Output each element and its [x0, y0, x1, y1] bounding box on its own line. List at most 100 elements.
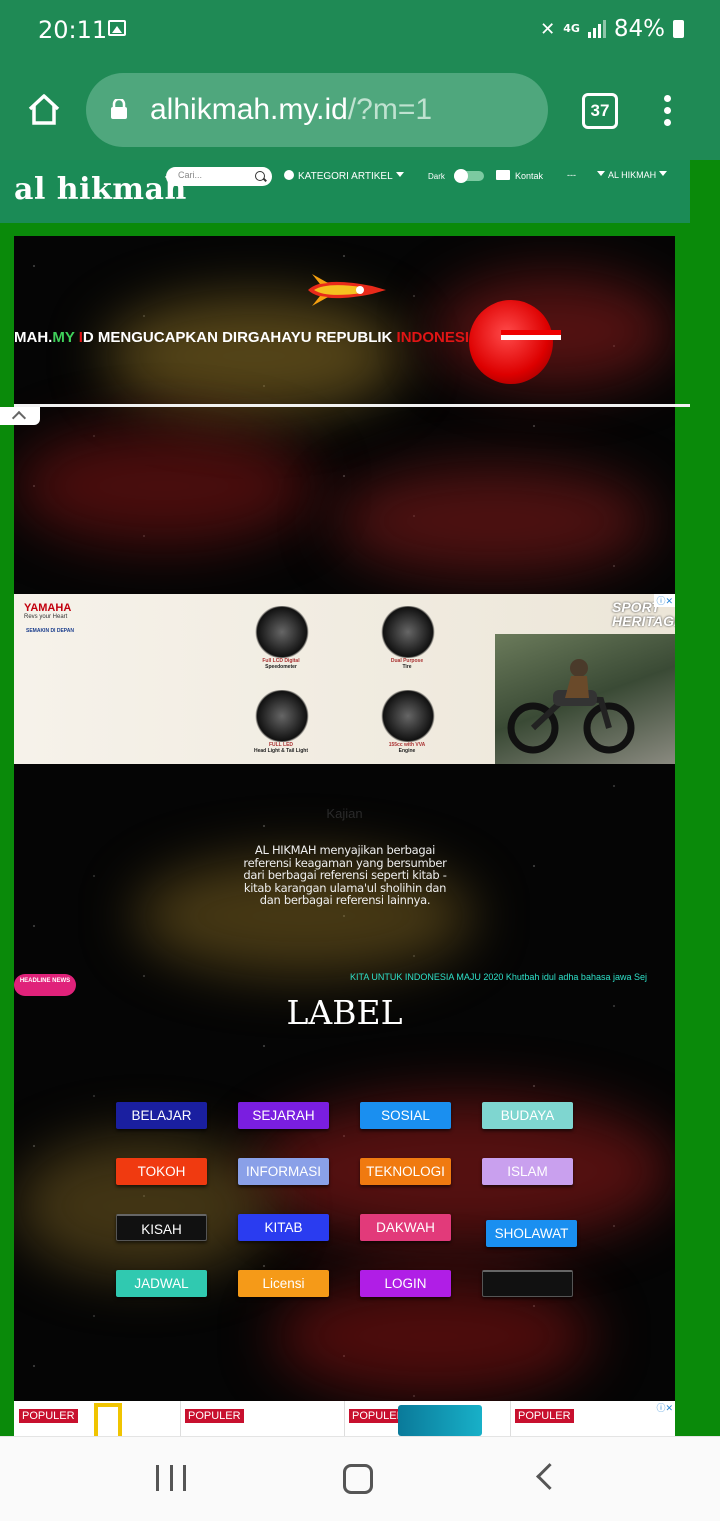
ad-brand-name: YAMAHA — [24, 602, 72, 614]
hero-section: MAH.MY ID MENGUCAPKAN DIRGAHAYU REPUBLIK… — [14, 236, 675, 1436]
signal-icon — [587, 20, 606, 38]
network-type: 4G — [563, 22, 580, 35]
contact-card-icon — [496, 170, 510, 180]
site-intro-text: AL HIKMAH menyajikan berbagai referensi … — [243, 843, 447, 907]
label-button-jadwal[interactable]: JADWAL — [116, 1270, 207, 1297]
label-button-licensi[interactable]: Licensi — [238, 1270, 329, 1297]
caret-down-icon — [597, 171, 605, 176]
news-ticker[interactable]: KITA UNTUK INDONESIA MAJU 2020 Khutbah i… — [350, 972, 647, 982]
label-button-empty[interactable] — [482, 1270, 573, 1297]
label-button-login[interactable]: LOGIN — [360, 1270, 451, 1297]
search-placeholder: Cari... — [178, 170, 203, 180]
ad-feature-image — [250, 690, 314, 742]
lock-icon — [111, 99, 127, 119]
address-bar[interactable]: alhikmah.my.id/?m=1 — [86, 73, 548, 147]
nav-kategori-artikel[interactable]: KATEGORI ARTIKEL — [284, 170, 407, 182]
mute-icon: ✕ — [540, 18, 556, 40]
tab-switcher-button[interactable]: 37 — [582, 93, 618, 129]
greeting-marquee: MAH.MY ID MENGUCAPKAN DIRGAHAYU REPUBLIK… — [14, 329, 469, 346]
marquee-text: MY — [52, 329, 75, 346]
url-text: alhikmah.my.id/?m=1 — [150, 93, 432, 127]
ad-feature-sub: Engine — [398, 748, 416, 754]
image-notification-icon — [108, 20, 126, 36]
populer-item[interactable]: POPULER — [184, 1406, 245, 1424]
home-icon[interactable] — [26, 91, 62, 127]
site-logo[interactable]: al hikmah — [14, 172, 187, 207]
nav-kategori-label: KATEGORI ARTIKEL — [298, 171, 393, 182]
label-section-title: LABEL — [286, 993, 403, 1032]
label-button-sholawat[interactable]: SHOLAWAT — [486, 1220, 577, 1247]
populer-item[interactable]: POPULER — [514, 1406, 575, 1424]
nav-dash[interactable]: --- — [567, 170, 576, 180]
battery-level: 84% — [613, 16, 665, 42]
label-button-sosial[interactable]: SOSIAL — [360, 1102, 451, 1129]
populer-thumbnail — [94, 1403, 122, 1436]
divider-line — [14, 404, 690, 407]
search-box[interactable]: Cari... — [166, 167, 272, 186]
dark-mode-label: Dark — [428, 172, 445, 181]
status-bar: 20:11 ✕ 4G 84% — [0, 0, 720, 62]
recent-apps-icon[interactable] — [156, 1465, 186, 1491]
url-path: /?m=1 — [347, 93, 433, 126]
ad-feature-image — [250, 606, 314, 658]
url-host: alhikmah.my.id — [150, 93, 348, 126]
overflow-menu-icon[interactable] — [664, 95, 674, 127]
populer-label: POPULER — [514, 1408, 575, 1424]
nav-al-hikmah[interactable]: AL HIKMAH — [594, 170, 670, 180]
status-time: 20:11 — [38, 16, 108, 44]
populer-label: POPULER — [18, 1408, 79, 1424]
ad-feature-image — [376, 690, 440, 742]
populer-label: POPULER — [184, 1408, 245, 1424]
chevron-up-icon — [11, 410, 27, 426]
system-navigation-bar — [0, 1436, 720, 1521]
marquee-text: D MENGUCAPKAN DIRGAHAYU REPUBLIK — [82, 329, 397, 346]
site-header: al hikmah Cari... KATEGORI ARTIKEL Dark … — [0, 160, 690, 223]
web-page: al hikmah Cari... KATEGORI ARTIKEL Dark … — [0, 160, 720, 1436]
ad-feature-sub: Speedometer — [265, 664, 297, 670]
populer-item[interactable]: POPULER — [18, 1406, 79, 1424]
divider — [180, 1401, 181, 1436]
rocket-icon — [308, 274, 386, 306]
red-moon-decoration — [469, 300, 561, 384]
label-button-islam[interactable]: ISLAM — [482, 1158, 573, 1185]
label-button-kisah[interactable]: KISAH — [116, 1214, 207, 1241]
caret-down-icon — [659, 171, 668, 176]
nebula — [104, 296, 404, 416]
nav-al-hikmah-label: AL HIKMAH — [608, 170, 657, 180]
nav-kontak-label: Kontak — [515, 171, 544, 181]
label-button-tokoh[interactable]: TOKOH — [116, 1158, 207, 1185]
collapse-button[interactable] — [0, 407, 40, 426]
populer-strip: POPULER POPULER POPULER POPULER ⓘ✕ — [14, 1401, 675, 1436]
ad-brand: YAMAHA Revs your Heart — [24, 602, 71, 620]
chevron-down-icon — [395, 172, 404, 177]
label-button-belajar[interactable]: BELAJAR — [116, 1102, 207, 1129]
search-icon[interactable] — [255, 171, 265, 181]
divider — [344, 1401, 345, 1436]
nav-kontak[interactable]: Kontak — [496, 170, 543, 181]
label-button-teknologi[interactable]: TEKNOLOGI — [360, 1158, 451, 1185]
ad-feature-label: Full LCD Digital Speedometer — [236, 658, 326, 670]
home-button-icon[interactable] — [343, 1464, 373, 1494]
ad-brand-sub: Revs your Heart — [24, 614, 68, 620]
label-button-budaya[interactable]: BUDAYA — [482, 1102, 573, 1129]
label-button-sejarah[interactable]: SEJARAH — [238, 1102, 329, 1129]
motorcycle-image — [507, 659, 635, 754]
ad-feature-label: FULL LED Head Light & Tail Light — [236, 742, 326, 754]
nebula — [334, 466, 654, 576]
advertisement-banner[interactable]: YAMAHA Revs your Heart SEMAKIN DI DEPAN F… — [14, 594, 675, 764]
dark-mode-toggle[interactable] — [454, 169, 484, 183]
marquee-text: I — [74, 329, 83, 346]
ad-choices-icon[interactable]: ⓘ✕ — [654, 594, 675, 607]
browser-toolbar: alhikmah.my.id/?m=1 37 — [0, 62, 720, 160]
back-icon[interactable] — [536, 1463, 563, 1490]
ad-choices-icon[interactable]: ⓘ✕ — [656, 1401, 673, 1414]
status-icons: ✕ 4G 84% — [540, 16, 684, 42]
divider — [510, 1401, 511, 1436]
ad-feature-label: 155cc with VVA Engine — [362, 742, 452, 754]
marquee-text: MAH. — [14, 329, 53, 346]
nebula — [14, 1136, 274, 1276]
label-button-informasi[interactable]: INFORMASI — [238, 1158, 329, 1185]
label-button-kitab[interactable]: KITAB — [238, 1214, 329, 1241]
kajian-heading: Kajian — [326, 806, 363, 821]
label-button-dakwah[interactable]: DAKWAH — [360, 1214, 451, 1241]
